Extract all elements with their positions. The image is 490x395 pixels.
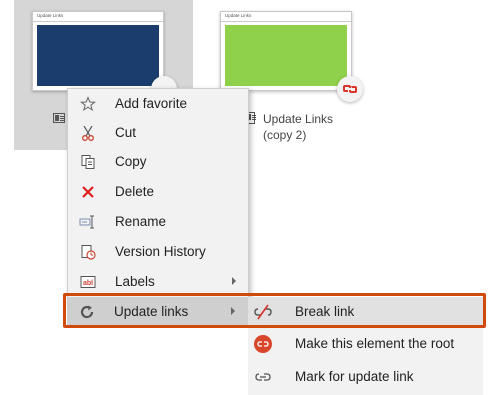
menu-item-rename[interactable]: Rename <box>68 207 248 237</box>
submenu-arrow-icon <box>232 277 236 285</box>
thumbnail-divider <box>221 21 351 22</box>
tile-thumbnail-1[interactable]: Update Links <box>32 11 164 91</box>
submenu-item-label: Mark for update link <box>295 369 414 384</box>
menu-item-cut[interactable]: Cut <box>68 118 248 148</box>
thumbnail-shape <box>225 25 347 86</box>
menu-item-delete[interactable]: Delete <box>68 177 248 207</box>
menu-item-label: Cut <box>115 125 137 140</box>
thumbnail-title: Update Links <box>225 13 252 18</box>
context-menu: Add favorite Cut Copy Delete Rename Vers… <box>67 88 249 305</box>
thumbnail-shape <box>37 25 159 86</box>
scissors-icon <box>78 123 98 143</box>
menu-item-label: Copy <box>115 154 147 169</box>
menu-item-label: Add favorite <box>115 96 188 111</box>
submenu-item-label: Make this element the root <box>295 336 455 351</box>
version-history-icon <box>78 242 98 262</box>
menu-item-label: Labels <box>115 274 155 289</box>
link-badge-icon[interactable] <box>337 76 363 102</box>
svg-text:abl: abl <box>83 280 93 287</box>
menu-item-label: Rename <box>115 214 167 229</box>
make-root-icon <box>253 334 273 354</box>
thumbnail-divider <box>33 21 163 22</box>
tile-label-copy[interactable]: (copy 2) <box>263 128 306 142</box>
labels-icon: abl <box>78 272 98 292</box>
thumbnail-title: Update Links <box>37 13 64 18</box>
menu-item-label: Delete <box>115 184 155 199</box>
submenu-item-make-root[interactable]: Make this element the root <box>248 329 483 359</box>
star-icon <box>78 94 98 114</box>
copy-icon <box>78 152 98 172</box>
submenu-item-mark-for-update[interactable]: Mark for update link <box>248 362 483 392</box>
menu-item-copy[interactable]: Copy <box>68 147 248 177</box>
delete-x-icon <box>78 182 98 202</box>
tile-thumbnail-2[interactable]: Update Links <box>220 11 352 91</box>
tile-label[interactable]: Update Links <box>263 112 333 126</box>
page-icon <box>53 113 65 123</box>
menu-item-version-history[interactable]: Version History <box>68 237 248 267</box>
menu-item-add-favorite[interactable]: Add favorite <box>68 89 248 119</box>
mark-update-icon <box>253 367 273 387</box>
highlight-outline <box>63 293 486 328</box>
menu-item-label: Version History <box>115 244 206 259</box>
rename-icon <box>78 212 98 232</box>
